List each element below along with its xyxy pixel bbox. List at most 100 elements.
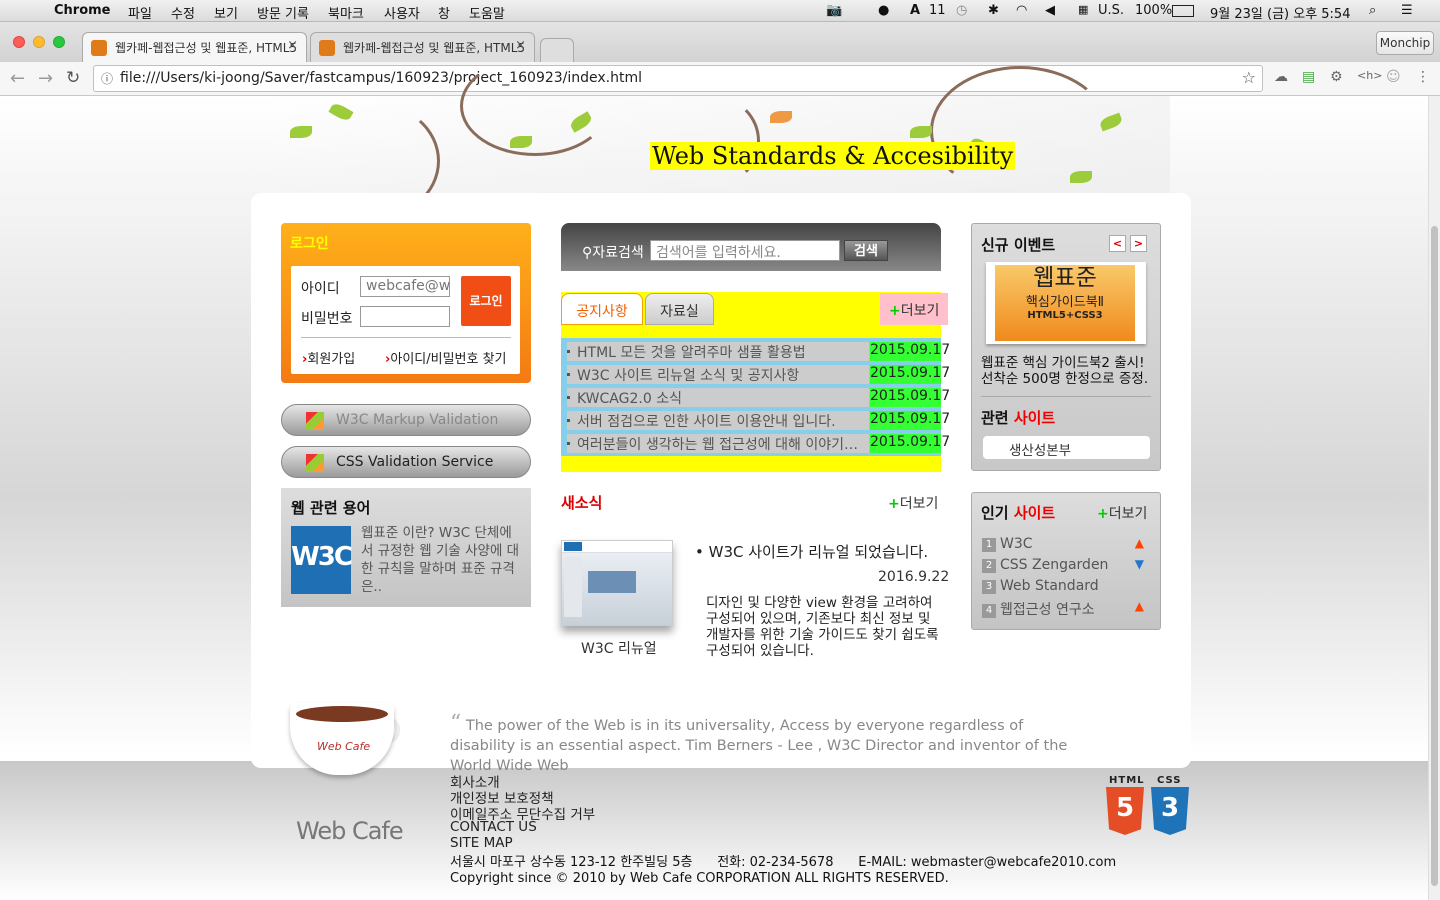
signup-link[interactable]: ›회원가입 (302, 348, 355, 367)
extension-cloud-icon[interactable]: ☁ (1274, 69, 1288, 85)
id-input[interactable]: webcafe@webcafe.com (360, 276, 450, 297)
event-divider (981, 396, 1151, 397)
notification-center-icon[interactable]: ☰ (1401, 3, 1413, 18)
tab-notice[interactable]: 공지사항 (561, 293, 643, 325)
notice-title[interactable]: KWCAG2.0 소식 (567, 388, 869, 407)
trend-same-icon: — (1132, 578, 1144, 592)
menu-help[interactable]: 도움말 (469, 3, 505, 22)
news-more-link[interactable]: +더보기 (888, 493, 938, 513)
close-window-button[interactable] (13, 36, 25, 48)
search-button[interactable]: 검색 (844, 240, 888, 261)
menu-window[interactable]: 창 (438, 3, 450, 22)
chat-icon[interactable]: ● (878, 3, 889, 18)
book-cover: 웹표준 핵심가이드북Ⅱ HTML5+CSS3 (995, 265, 1135, 341)
bullet-icon: • (695, 543, 709, 561)
event-prev-button[interactable]: < (1109, 235, 1126, 252)
trend-up-icon: ▲ (1134, 536, 1144, 550)
font-icon[interactable]: A (910, 3, 920, 18)
notice-title[interactable]: W3C 사이트 리뉴얼 소식 및 공지사항 (567, 365, 869, 384)
notice-more-link[interactable]: +더보기 (880, 293, 948, 325)
minimize-window-button[interactable] (33, 36, 45, 48)
popular-heading: 인기 사이트 (981, 502, 1055, 523)
notice-title[interactable]: HTML 모든 것을 알려주마 샘플 활용법 (567, 342, 869, 361)
site-name: W3C (1000, 536, 1033, 552)
search-input[interactable]: 검색어를 입력하세요. (650, 240, 840, 261)
menu-view[interactable]: 보기 (214, 3, 238, 22)
news-title-text: W3C 사이트가 리뉴얼 되었습니다. (708, 543, 929, 561)
thumb-sidebar (564, 557, 582, 617)
time-machine-icon[interactable]: ◷ (956, 3, 967, 18)
find-account-link[interactable]: ›아이디/비밀번호 찾기 (385, 348, 507, 367)
plus-icon: + (888, 496, 900, 512)
web-terms-heading: 웹 관련 용어 (291, 499, 371, 517)
footer-quote: “ The power of the Web is in its univers… (450, 713, 1070, 776)
related-site-select[interactable]: 생산성본부 (983, 436, 1150, 459)
menu-bookmarks[interactable]: 북마크 (328, 3, 364, 22)
w3c-logo[interactable]: W3C (291, 526, 353, 594)
news-body: 디자인 및 다양한 view 환경을 고려하여 구성되어 있으며, 기존보다 최… (706, 595, 939, 659)
clock[interactable]: 9월 23일 (금) 오후 5:54 (1210, 3, 1350, 22)
list-item[interactable]: W3C 사이트 리뉴얼 소식 및 공지사항 2015.09.17 (561, 365, 950, 384)
bluetooth-icon[interactable]: ✱ (988, 3, 999, 18)
menu-file[interactable]: 파일 (128, 3, 152, 22)
menu-history[interactable]: 방문 기록 (257, 3, 309, 22)
notice-title[interactable]: 서버 점검으로 인한 사이트 이용안내 입니다. (567, 411, 869, 430)
zoom-window-button[interactable] (53, 36, 65, 48)
list-item[interactable]: KWCAG2.0 소식 2015.09.17 (561, 388, 950, 407)
popular-more-link[interactable]: +더보기 (1097, 503, 1147, 523)
css3-label: CSS (1157, 775, 1182, 786)
news-title[interactable]: • W3C 사이트가 리뉴얼 되었습니다. (695, 541, 928, 562)
menu-people[interactable]: 사용자 (384, 3, 420, 22)
tab-archive[interactable]: 자료실 (645, 293, 714, 325)
menu-app-name[interactable]: Chrome (54, 3, 111, 18)
scrollbar-thumb[interactable] (1431, 226, 1438, 886)
input-source[interactable]: U.S. (1098, 3, 1124, 18)
list-item[interactable]: 2 CSS Zengarden ▼ (982, 557, 1152, 575)
tab-inactive[interactable]: 웹카페-웹접근성 및 웹표준, HTML5 × (310, 32, 535, 62)
list-item[interactable]: 3 Web Standard — (982, 578, 1152, 596)
trend-up-icon: ▲ (1134, 599, 1144, 613)
battery-icon[interactable] (1172, 5, 1194, 17)
web-terms-text[interactable]: 웹표준 이란? W3C 단체에서 규정한 웹 기술 사양에 대한 규칙을 말하며… (361, 524, 523, 596)
extension-gear-icon[interactable]: ⚙ (1330, 69, 1343, 85)
bookmark-star-icon[interactable]: ☆ (1242, 68, 1256, 87)
reload-icon[interactable]: ↻ (66, 68, 80, 88)
list-item[interactable]: 4 웹접근성 연구소 ▲ (982, 599, 1152, 618)
browser-tab-bar: 웹카페-웹접근성 및 웹표준, HTML5 × 웹카페-웹접근성 및 웹표준, … (0, 22, 1440, 62)
list-item[interactable]: HTML 모든 것을 알려주마 샘플 활용법 2015.09.17 (561, 342, 950, 361)
wifi-icon[interactable]: ◠ (1016, 3, 1027, 18)
css-validation-button[interactable]: CSS Validation Service (281, 446, 531, 478)
tab-active[interactable]: 웹카페-웹접근성 및 웹표준, HTML5 × (82, 32, 307, 62)
news-thumbnail[interactable] (561, 540, 673, 626)
extension-code-icon[interactable]: <h> (1357, 69, 1382, 82)
back-icon[interactable]: ← (10, 68, 25, 89)
event-next-button[interactable]: > (1130, 235, 1147, 252)
extension-green-icon[interactable]: ▤ (1302, 69, 1315, 85)
flower-decoration (770, 111, 792, 123)
list-item[interactable]: 1 W3C ▲ (982, 536, 1152, 554)
info-icon[interactable]: ⓘ (101, 70, 113, 87)
site-name: Web Standard (1000, 578, 1099, 594)
notice-title[interactable]: 여러분들이 생각하는 웹 접근성에 대해 이야기를 나눠봅시다 (567, 434, 869, 453)
footer-link-contact[interactable]: CONTACT US (450, 819, 537, 835)
spotlight-icon[interactable]: ⌕ (1369, 3, 1376, 18)
event-book-image[interactable]: 웹표준 핵심가이드북Ⅱ HTML5+CSS3 (986, 262, 1146, 344)
scrollbar[interactable] (1428, 96, 1440, 900)
tab-close-icon[interactable]: × (515, 38, 526, 53)
tab-close-icon[interactable]: × (287, 38, 298, 53)
profile-button[interactable]: Monchip (1376, 31, 1434, 55)
w3c-markup-validation-button[interactable]: W3C Markup Validation (281, 404, 531, 436)
volume-icon[interactable]: ◀ (1045, 3, 1055, 18)
webcafe-favicon-icon (319, 40, 335, 56)
login-button[interactable]: 로그인 (461, 276, 511, 326)
menu-edit[interactable]: 수정 (171, 3, 195, 22)
forward-icon[interactable]: → (38, 68, 53, 89)
camera-icon[interactable]: 📷 (826, 3, 842, 18)
list-item[interactable]: 서버 점검으로 인한 사이트 이용안내 입니다. 2015.09.17 (561, 411, 950, 430)
footer-link-sitemap[interactable]: SITE MAP (450, 835, 513, 851)
password-input[interactable] (360, 306, 450, 327)
list-item[interactable]: 여러분들이 생각하는 웹 접근성에 대해 이야기를 나눠봅시다2015.09.1… (561, 434, 950, 453)
extension-person-icon[interactable]: ☺ (1386, 69, 1401, 85)
chrome-menu-icon[interactable]: ⋮ (1416, 69, 1430, 85)
validator-label: CSS Validation Service (336, 454, 494, 470)
